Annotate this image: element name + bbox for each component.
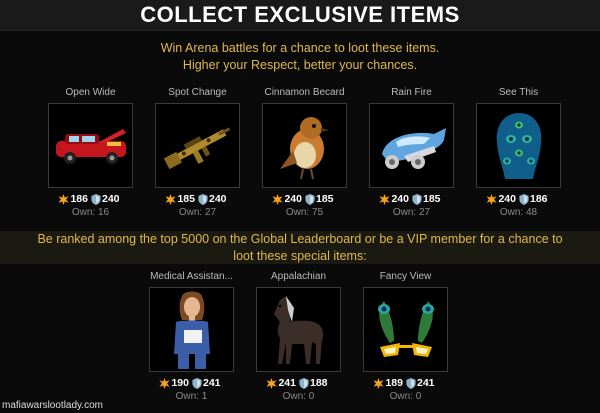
owned-count: Own: 16 [71,207,110,218]
item-card[interactable]: Appalachian 241 188 Own: 0 [250,270,347,402]
item-image[interactable] [476,103,561,188]
item-image[interactable] [256,287,341,372]
owned-count: Own: 0 [282,391,315,402]
intro-line-1: Win Arena battles for a chance to loot t… [160,41,440,55]
attack-value: 185 [177,193,195,205]
owned-count: Own: 48 [499,207,538,218]
attack-value: 240 [498,193,516,205]
defense-icon [198,193,208,205]
gold-rifle-icon [163,126,230,169]
special-line-1: Be ranked among the top 5000 on the Glob… [37,232,563,246]
defense-value: 188 [310,377,328,389]
item-name: See This [498,87,539,98]
attack-value: 190 [171,377,189,389]
defense-icon [519,193,529,205]
item-card[interactable]: Medical Assistan... 190 241 Own: 1 [143,270,240,402]
attack-icon [58,193,70,205]
horse-icon [273,295,323,364]
defense-value: 186 [530,193,548,205]
item-name: Appalachian [270,271,327,282]
item-stats: 185 240 [165,192,229,206]
item-image[interactable] [262,103,347,188]
defense-value: 240 [102,193,120,205]
item-card[interactable]: See This 240 186 Own: 48 [470,86,567,218]
item-stats: 189 241 [373,376,437,390]
bird-icon [279,116,329,179]
item-name: Fancy View [379,271,432,282]
item-card[interactable]: Rain Fire 240 185 Own: 27 [363,86,460,218]
attack-value: 189 [385,377,403,389]
defense-value: 185 [316,193,334,205]
defense-value: 240 [209,193,227,205]
attack-icon [486,193,498,205]
defense-icon [299,377,309,389]
item-card[interactable]: Open Wide 186 240 Own: 16 [42,86,139,218]
page-header: COLLECT EXCLUSIVE ITEMS [0,0,600,31]
item-card[interactable]: Fancy View 189 241 Own: 0 [357,270,454,402]
owned-count: Own: 1 [175,391,208,402]
owned-count: Own: 27 [178,207,217,218]
defense-value: 185 [423,193,441,205]
item-stats: 186 240 [58,192,122,206]
feather-glasses-icon [377,300,434,357]
intro-line-2: Higher your Respect, better your chances… [182,58,418,72]
item-image[interactable] [363,287,448,372]
attack-value: 241 [278,377,296,389]
special-items-row: Medical Assistan... 190 241 Own: 1 Appal… [143,270,464,402]
item-stats: 190 241 [159,376,223,390]
owned-count: Own: 0 [389,391,422,402]
owned-count: Own: 75 [285,207,324,218]
item-name: Medical Assistan... [150,271,233,282]
attack-value: 240 [284,193,302,205]
item-card[interactable]: Cinnamon Becard 240 185 Own: 75 [256,86,353,218]
item-name: Spot Change [168,87,227,98]
arena-intro: Win Arena battles for a chance to loot t… [0,40,600,74]
attack-icon [373,377,385,389]
arena-items-row: Open Wide 186 240 Own: 16 Spot Change 18… [42,86,577,218]
defense-icon [192,377,202,389]
jet-car-icon [381,127,446,169]
defense-value: 241 [417,377,435,389]
attack-icon [159,377,171,389]
defense-icon [305,193,315,205]
defense-icon [406,377,416,389]
special-intro: Be ranked among the top 5000 on the Glob… [0,231,600,265]
page-title: COLLECT EXCLUSIVE ITEMS [140,2,460,27]
peacock-mask-icon [496,112,541,179]
item-stats: 240 185 [272,192,336,206]
item-stats: 240 185 [379,192,443,206]
item-image[interactable] [48,103,133,188]
defense-icon [412,193,422,205]
attack-value: 186 [70,193,88,205]
attack-icon [272,193,284,205]
item-image[interactable] [369,103,454,188]
special-line-2: loot these special items: [233,249,367,263]
item-name: Cinnamon Becard [264,87,345,98]
attack-icon [266,377,278,389]
red-limousine-icon [55,128,126,164]
item-card[interactable]: Spot Change 185 240 Own: 27 [149,86,246,218]
attack-icon [379,193,391,205]
defense-icon [91,193,101,205]
owned-count: Own: 27 [392,207,431,218]
defense-value: 241 [203,377,221,389]
attack-value: 240 [391,193,409,205]
attack-icon [165,193,177,205]
item-name: Rain Fire [391,87,432,98]
item-stats: 240 186 [486,192,550,206]
nurse-icon [173,291,210,369]
watermark: mafiawarslootlady.com [2,400,103,411]
item-image[interactable] [155,103,240,188]
item-stats: 241 188 [266,376,330,390]
item-name: Open Wide [65,87,116,98]
item-image[interactable] [149,287,234,372]
